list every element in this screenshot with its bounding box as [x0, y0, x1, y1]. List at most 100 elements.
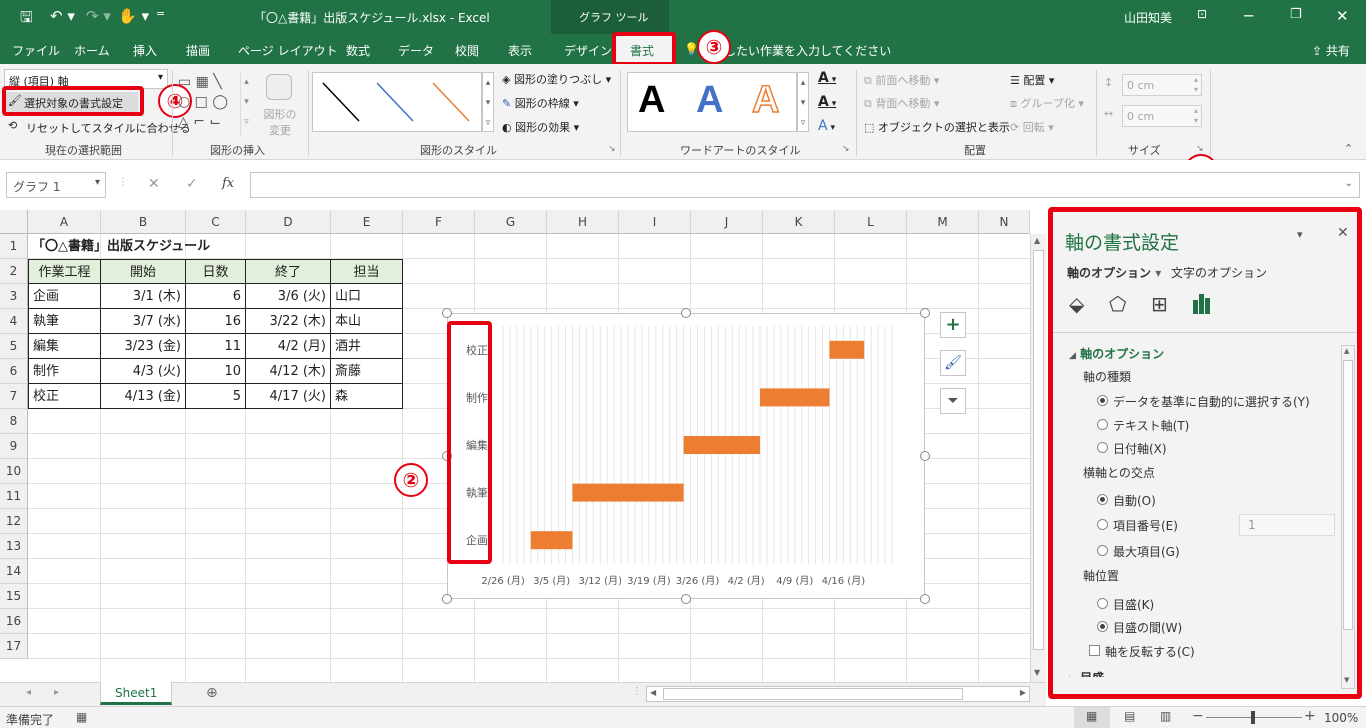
page-break-view-icon[interactable]: ▥: [1160, 709, 1171, 723]
next-sheet-icon[interactable]: ▸: [54, 687, 59, 698]
column-header[interactable]: E: [331, 210, 403, 234]
page-layout-view-icon[interactable]: ▤: [1124, 709, 1135, 723]
data-cell[interactable]: 山口: [331, 284, 403, 309]
axis-options-tab[interactable]: 軸のオプション ▾: [1067, 264, 1161, 281]
axis-options-icon[interactable]: [1191, 292, 1213, 314]
row-header[interactable]: 17: [0, 634, 28, 659]
redo-icon[interactable]: ↷ ▾: [86, 7, 111, 25]
tab-review[interactable]: 校閲: [455, 42, 479, 59]
row-header[interactable]: 7: [0, 384, 28, 409]
data-cell[interactable]: 森: [331, 384, 403, 409]
column-header[interactable]: C: [186, 210, 246, 234]
tab-data[interactable]: データ: [398, 42, 434, 59]
touch-mode-icon[interactable]: ✋ ▾: [118, 7, 149, 25]
shapes-gallery-scroll[interactable]: ▴ ▾ ▿: [240, 72, 252, 136]
axis-type-text-radio[interactable]: テキスト軸(T): [1097, 417, 1337, 433]
dialog-launcher-icon[interactable]: ↘: [608, 144, 616, 154]
row-header[interactable]: 14: [0, 559, 28, 584]
cross-category-input[interactable]: 1: [1239, 514, 1335, 536]
text-effects-icon[interactable]: A ▾: [818, 118, 835, 134]
pane-scrollbar[interactable]: ▲ ▼: [1341, 345, 1355, 689]
data-cell[interactable]: 10: [186, 359, 246, 384]
save-icon[interactable]: 🖫: [20, 7, 33, 32]
data-cell[interactable]: 4/17 (火): [246, 384, 331, 409]
scroll-left-icon[interactable]: ◀: [650, 688, 656, 697]
header-cell[interactable]: 終了: [246, 259, 331, 284]
data-cell[interactable]: 3/1 (木): [101, 284, 186, 309]
normal-view-button[interactable]: ▦: [1074, 707, 1110, 728]
row-header[interactable]: 4: [0, 309, 28, 334]
user-name[interactable]: 山田知美: [1124, 9, 1172, 26]
tab-draw[interactable]: 描画: [186, 42, 210, 59]
data-cell[interactable]: 4/12 (木): [246, 359, 331, 384]
resize-handle[interactable]: [920, 594, 930, 604]
shape-styles-gallery[interactable]: [312, 72, 482, 132]
tab-view[interactable]: 表示: [508, 42, 532, 59]
height-spinner[interactable]: ▴ ▾: [1194, 75, 1198, 95]
row-header[interactable]: 6: [0, 359, 28, 384]
column-header[interactable]: G: [475, 210, 547, 234]
horizontal-scrollbar[interactable]: ◀ ▶: [646, 686, 1030, 702]
data-cell[interactable]: 執筆: [28, 309, 101, 334]
size-properties-icon[interactable]: ⊞: [1151, 292, 1168, 316]
undo-icon[interactable]: ↶ ▾: [50, 7, 75, 25]
enter-icon[interactable]: ✓: [186, 176, 198, 192]
data-cell[interactable]: 斎藤: [331, 359, 403, 384]
data-cell[interactable]: 6: [186, 284, 246, 309]
prev-sheet-icon[interactable]: ◂: [26, 687, 31, 698]
sheet-tab-sheet1[interactable]: Sheet1: [100, 682, 172, 705]
position-between-radio[interactable]: 目盛の間(W): [1097, 619, 1337, 635]
tab-formulas[interactable]: 数式: [346, 42, 370, 59]
text-options-tab[interactable]: 文字のオプション: [1171, 264, 1267, 281]
vertical-scrollbar[interactable]: ▲ ▼: [1030, 234, 1046, 682]
shape-fill-button[interactable]: ◈ 図形の塗りつぶし ▾: [502, 71, 611, 87]
insert-function-icon[interactable]: fx: [222, 176, 234, 191]
add-sheet-icon[interactable]: ⊕: [206, 685, 218, 701]
dialog-launcher-icon[interactable]: ↘: [1196, 144, 1204, 154]
cancel-icon[interactable]: ✕: [148, 176, 160, 192]
scroll-up-icon[interactable]: ▲: [1344, 347, 1349, 355]
header-cell[interactable]: 日数: [186, 259, 246, 284]
data-cell[interactable]: 4/3 (火): [101, 359, 186, 384]
cross-category-radio[interactable]: 項目番号(E): [1097, 517, 1237, 533]
expand-formula-icon[interactable]: ⌄: [1345, 178, 1353, 189]
close-pane-icon[interactable]: ✕: [1337, 225, 1349, 241]
axis-type-auto-radio[interactable]: データを基準に自動的に選択する(Y): [1097, 393, 1337, 409]
resize-handle[interactable]: [681, 308, 691, 318]
chart-filters-button[interactable]: ⏷: [940, 388, 966, 414]
chart-styles-button[interactable]: 🖌: [940, 350, 966, 376]
zoom-out-icon[interactable]: −: [1192, 708, 1204, 724]
header-cell[interactable]: 開始: [101, 259, 186, 284]
column-header[interactable]: N: [979, 210, 1030, 234]
width-spinner[interactable]: ▴ ▾: [1194, 106, 1198, 126]
tab-split-grip[interactable]: ⋮: [632, 686, 642, 697]
column-header[interactable]: A: [28, 210, 101, 234]
zoom-level[interactable]: 100%: [1324, 711, 1358, 725]
row-header[interactable]: 12: [0, 509, 28, 534]
rotate-button[interactable]: ⟳ 回転 ▾: [1010, 119, 1054, 135]
row-header[interactable]: 5: [0, 334, 28, 359]
data-cell[interactable]: 3/6 (火): [246, 284, 331, 309]
data-cell[interactable]: 本山: [331, 309, 403, 334]
data-cell[interactable]: 4/2 (月): [246, 334, 331, 359]
change-shape-button[interactable]: 図形の変更: [258, 72, 302, 137]
section-axis-options[interactable]: ◢ 軸のオプション: [1069, 345, 1164, 362]
row-header[interactable]: 1: [0, 234, 28, 259]
column-header[interactable]: K: [763, 210, 835, 234]
zoom-in-icon[interactable]: +: [1304, 708, 1316, 724]
align-button[interactable]: ☰ 配置 ▾: [1010, 72, 1054, 88]
data-cell[interactable]: 酒井: [331, 334, 403, 359]
sheet-title-cell[interactable]: 「〇△書籍」出版スケジュール: [28, 234, 328, 259]
row-header[interactable]: 15: [0, 584, 28, 609]
data-cell[interactable]: 制作: [28, 359, 101, 384]
row-header[interactable]: 2: [0, 259, 28, 284]
tab-file[interactable]: ファイル: [12, 42, 60, 59]
fill-line-icon[interactable]: ⬙: [1069, 292, 1084, 316]
tab-home[interactable]: ホーム: [74, 42, 110, 59]
gantt-chart[interactable]: 企画 執筆 編集 制作 校正 2/26 (月) 3/5 (月) 3/12 (月) 3/19 (月…: [447, 313, 925, 599]
zoom-slider-thumb[interactable]: [1251, 711, 1255, 724]
ribbon-display-icon[interactable]: ⊡: [1197, 7, 1207, 21]
data-cell[interactable]: 11: [186, 334, 246, 359]
tab-design[interactable]: デザイン: [564, 42, 612, 59]
row-header[interactable]: 10: [0, 459, 28, 484]
